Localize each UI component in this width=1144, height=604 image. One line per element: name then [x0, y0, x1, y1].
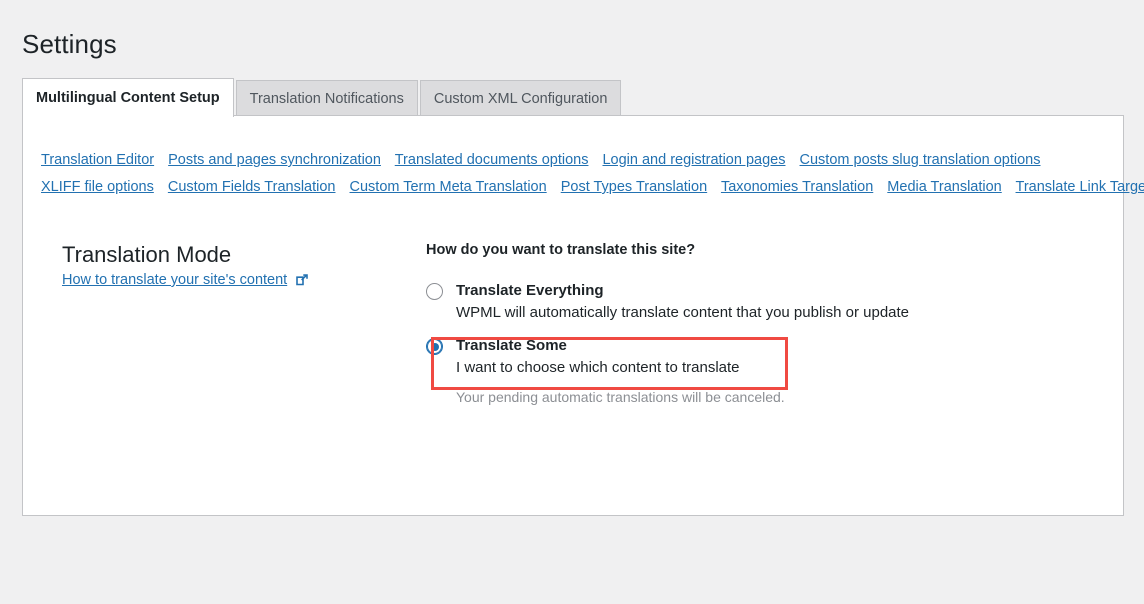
settings-tabs: Multilingual Content Setup Translation N… [22, 78, 623, 118]
translation-mode-left-column: Translation Mode How to translate your s… [62, 241, 402, 289]
translation-mode-question: How do you want to translate this site? [426, 242, 696, 258]
external-link-icon [296, 274, 309, 286]
page-title: Settings [22, 29, 117, 60]
quick-link-xliff-file-options[interactable]: XLIFF file options [41, 179, 154, 195]
option-translate-everything-description: WPML will automatically translate conten… [456, 304, 910, 321]
quick-links-nav: Translation Editor Posts and pages synch… [41, 147, 1144, 201]
pending-translations-note: Your pending automatic translations will… [456, 389, 785, 405]
quick-link-custom-term-meta-translation[interactable]: Custom Term Meta Translation [350, 179, 547, 195]
option-translate-some-label[interactable]: Translate Some [456, 336, 1066, 355]
tab-label: Translation Notifications [249, 90, 404, 107]
quick-link-translation-editor[interactable]: Translation Editor [41, 152, 154, 168]
option-translate-some-description: I want to choose which content to transl… [456, 359, 740, 376]
radio-translate-some[interactable] [426, 338, 443, 355]
tab-translation-notifications[interactable]: Translation Notifications [235, 80, 418, 117]
translation-mode-right-column: How do you want to translate this site? … [426, 241, 1066, 407]
quick-link-post-types-translation[interactable]: Post Types Translation [561, 179, 707, 195]
quick-link-media-translation[interactable]: Media Translation [887, 179, 1001, 195]
translation-mode-heading: Translation Mode [62, 242, 232, 267]
quick-link-custom-posts-slug-translation-options[interactable]: Custom posts slug translation options [800, 152, 1041, 168]
how-to-translate-link[interactable]: How to translate your site's content [62, 272, 309, 288]
quick-link-translate-link-targets[interactable]: Translate Link Targets [1016, 179, 1144, 195]
option-translate-everything[interactable]: Translate Everything WPML will automatic… [426, 281, 1066, 324]
option-translate-some[interactable]: Translate Some I want to choose which co… [426, 336, 1066, 379]
radio-translate-everything[interactable] [426, 283, 443, 300]
quick-link-login-and-registration-pages[interactable]: Login and registration pages [602, 152, 785, 168]
tab-multilingual-content-setup[interactable]: Multilingual Content Setup [22, 78, 234, 118]
settings-panel: Translation Editor Posts and pages synch… [22, 115, 1144, 516]
quick-link-translated-documents-options[interactable]: Translated documents options [395, 152, 589, 168]
quick-link-custom-fields-translation[interactable]: Custom Fields Translation [168, 179, 336, 195]
tab-label: Custom XML Configuration [433, 90, 608, 107]
tab-label: Multilingual Content Setup [36, 89, 220, 106]
option-translate-everything-label[interactable]: Translate Everything [456, 281, 1066, 300]
quick-links-row-1: Translation Editor Posts and pages synch… [41, 147, 1107, 174]
tab-custom-xml-configuration[interactable]: Custom XML Configuration [419, 80, 622, 117]
how-to-translate-link-label: How to translate your site's content [62, 272, 288, 288]
quick-link-posts-and-pages-synchronization[interactable]: Posts and pages synchronization [168, 152, 381, 168]
quick-link-taxonomies-translation[interactable]: Taxonomies Translation [721, 179, 873, 195]
quick-links-row-2: XLIFF file options Custom Fields Transla… [41, 174, 1144, 201]
